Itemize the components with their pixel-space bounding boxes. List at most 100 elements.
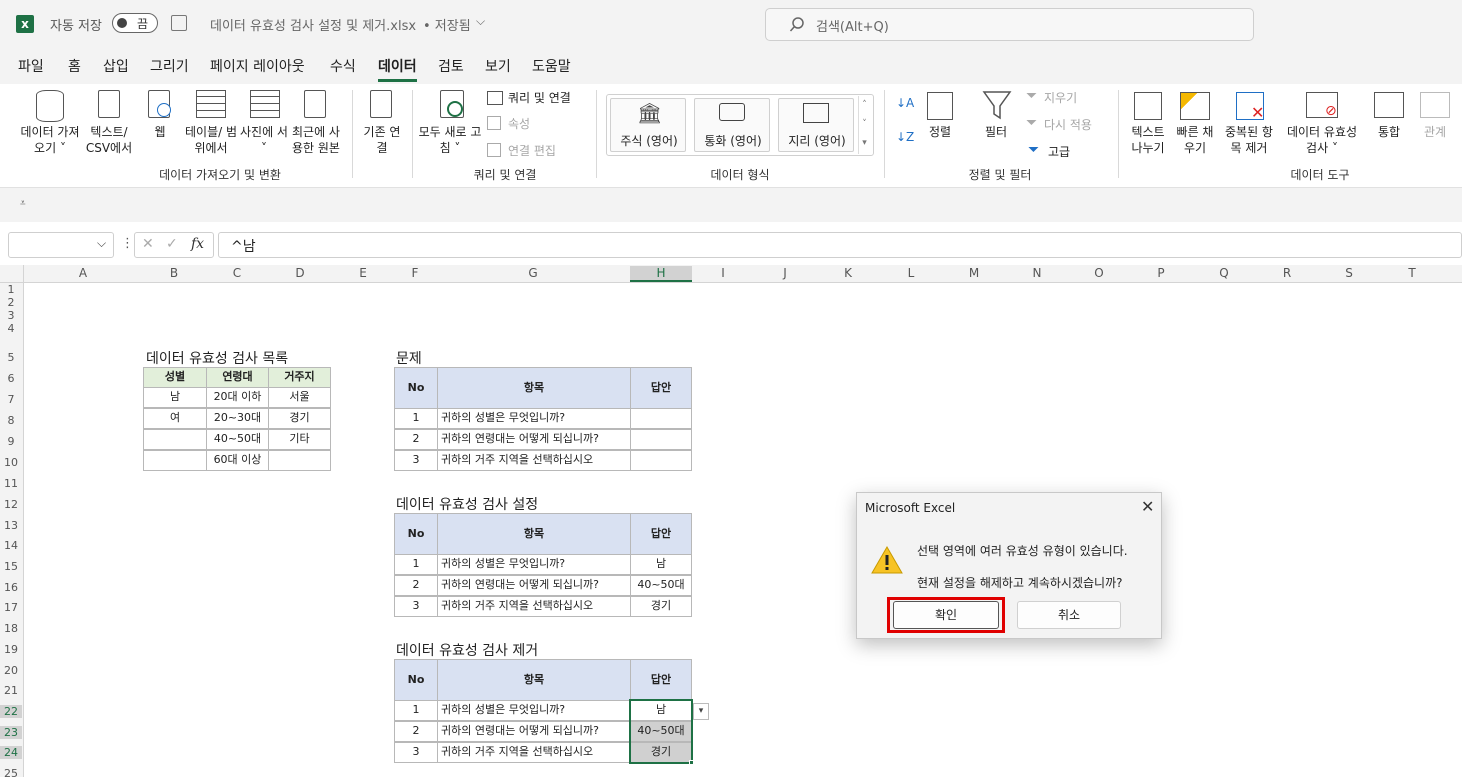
- currencies-button[interactable]: 통화 (영어): [694, 98, 770, 152]
- row-header[interactable]: 4: [0, 322, 22, 335]
- tab-home[interactable]: 홈: [68, 56, 81, 76]
- web-button[interactable]: 웹: [148, 124, 172, 140]
- row-header[interactable]: 9: [0, 435, 22, 448]
- advanced-button[interactable]: 고급: [1048, 144, 1070, 160]
- column-header[interactable]: J: [754, 266, 816, 280]
- existing-connections-button[interactable]: 기존 연결: [362, 124, 402, 156]
- save-icon[interactable]: [171, 15, 187, 31]
- list-cell[interactable]: 20대 이하: [206, 387, 269, 408]
- row-header[interactable]: 12: [0, 498, 22, 511]
- table-cell[interactable]: 3: [394, 596, 438, 617]
- column-header[interactable]: N: [1006, 266, 1068, 280]
- row-header[interactable]: 10: [0, 456, 22, 469]
- column-header[interactable]: E: [332, 266, 394, 280]
- table-header-answer[interactable]: 답안: [630, 513, 692, 555]
- table-cell[interactable]: 귀하의 성별은 무엇입니까?: [437, 700, 631, 721]
- table-cell[interactable]: 1: [394, 408, 438, 429]
- sort-ascending-icon[interactable]: ↓A: [896, 96, 914, 110]
- column-header[interactable]: O: [1068, 266, 1130, 280]
- consolidate-button[interactable]: 통합: [1372, 124, 1406, 140]
- table-cell[interactable]: 귀하의 연령대는 어떻게 되십니까?: [437, 721, 631, 742]
- file-name[interactable]: 데이터 유효성 검사 설정 및 제거.xlsx: [210, 15, 416, 34]
- select-all-corner[interactable]: [0, 265, 24, 283]
- fill-handle[interactable]: [689, 760, 694, 765]
- table-cell[interactable]: [630, 450, 692, 471]
- table-cell[interactable]: 3: [394, 450, 438, 471]
- row-header[interactable]: 8: [0, 414, 22, 427]
- column-header[interactable]: K: [816, 266, 880, 280]
- table-cell[interactable]: 귀하의 거주 지역을 선택하십시오: [437, 742, 631, 763]
- table-cell[interactable]: 2: [394, 721, 438, 742]
- table-header-answer[interactable]: 답안: [630, 659, 692, 701]
- row-header[interactable]: 23: [0, 726, 22, 739]
- table-header-no[interactable]: No: [394, 659, 438, 701]
- table-cell[interactable]: 1: [394, 554, 438, 575]
- table-cell[interactable]: [630, 429, 692, 450]
- table-cell[interactable]: 1: [394, 700, 438, 721]
- queries-connections-button[interactable]: 쿼리 및 연결: [508, 90, 571, 106]
- column-header[interactable]: S: [1318, 266, 1380, 280]
- column-header[interactable]: D: [268, 266, 332, 280]
- chevron-down-icon[interactable]: ⌵: [476, 14, 485, 29]
- remove-duplicates-button[interactable]: 중복된 항목 제거: [1220, 124, 1278, 156]
- row-header[interactable]: 5: [0, 351, 22, 364]
- tab-draw[interactable]: 그리기: [150, 56, 189, 76]
- row-header[interactable]: 1: [0, 283, 22, 296]
- customize-qat-icon[interactable]: ⩡: [20, 198, 26, 209]
- data-validation-button[interactable]: 데이터 유효성 검사 ˅: [1280, 124, 1364, 156]
- row-header[interactable]: 16: [0, 581, 22, 594]
- table-cell[interactable]: 40~50대: [630, 575, 692, 596]
- reapply-button[interactable]: 다시 적용: [1044, 117, 1092, 133]
- tab-review[interactable]: 검토: [438, 56, 464, 76]
- row-header[interactable]: 19: [0, 643, 22, 656]
- table-cell[interactable]: 귀하의 연령대는 어떻게 되십니까?: [437, 429, 631, 450]
- table-cell[interactable]: 귀하의 성별은 무엇입니까?: [437, 408, 631, 429]
- table-header-answer[interactable]: 답안: [630, 367, 692, 409]
- column-header[interactable]: Q: [1192, 266, 1256, 280]
- from-text-button[interactable]: 텍스트/ CSV에서: [80, 124, 138, 156]
- stocks-button[interactable]: 🏛 주식 (영어): [610, 98, 686, 152]
- text-to-columns-button[interactable]: 텍스트 나누기: [1126, 124, 1170, 156]
- table-cell[interactable]: 귀하의 연령대는 어떻게 되십니까?: [437, 575, 631, 596]
- enter-icon[interactable]: ✓: [166, 236, 178, 252]
- column-header[interactable]: G: [436, 266, 630, 280]
- row-header[interactable]: 22: [0, 705, 22, 718]
- sort-button[interactable]: 정렬: [922, 124, 958, 140]
- table-cell[interactable]: 3: [394, 742, 438, 763]
- column-header[interactable]: R: [1256, 266, 1318, 280]
- name-box[interactable]: ⌵: [8, 232, 114, 258]
- list-header[interactable]: 연령대: [206, 367, 269, 388]
- recent-sources-button[interactable]: 최근에 사 용한 원본: [286, 124, 346, 156]
- column-header[interactable]: C: [206, 266, 268, 280]
- table-cell[interactable]: 2: [394, 429, 438, 450]
- clear-button[interactable]: 지우기: [1044, 90, 1077, 106]
- from-table-button[interactable]: 테이블/ 범위에서: [184, 124, 238, 156]
- column-header[interactable]: P: [1130, 266, 1192, 280]
- row-header[interactable]: 11: [0, 477, 22, 490]
- tab-insert[interactable]: 삽입: [103, 56, 129, 76]
- table-cell[interactable]: 귀하의 성별은 무엇입니까?: [437, 554, 631, 575]
- table-cell[interactable]: 귀하의 거주 지역을 선택하십시오: [437, 450, 631, 471]
- list-cell[interactable]: 40~50대: [206, 429, 269, 450]
- column-header[interactable]: F: [394, 266, 436, 280]
- column-header[interactable]: I: [692, 266, 754, 280]
- cancel-icon[interactable]: ✕: [142, 236, 154, 252]
- from-picture-button[interactable]: 사진에 서 ˅: [240, 124, 288, 156]
- row-header[interactable]: 2: [0, 296, 22, 309]
- list-header[interactable]: 거주지: [268, 367, 331, 388]
- list-cell[interactable]: [143, 450, 207, 471]
- list-cell[interactable]: 60대 이상: [206, 450, 269, 471]
- geography-button[interactable]: 지리 (영어): [778, 98, 854, 152]
- row-header[interactable]: 25: [0, 767, 22, 780]
- list-header[interactable]: 성별: [143, 367, 207, 388]
- table-header-item[interactable]: 항목: [437, 367, 631, 409]
- column-header[interactable]: T: [1380, 266, 1444, 280]
- gallery-scroll[interactable]: ˄ ˅ ▾: [858, 96, 870, 154]
- row-header[interactable]: 14: [0, 539, 22, 552]
- row-header[interactable]: 18: [0, 622, 22, 635]
- formula-input[interactable]: ^남: [218, 232, 1462, 258]
- column-header[interactable]: M: [942, 266, 1006, 280]
- filter-button[interactable]: 필터: [978, 124, 1014, 140]
- tab-formulas[interactable]: 수식: [330, 56, 356, 76]
- get-data-button[interactable]: 데이터 가져오기 ˅: [20, 124, 80, 156]
